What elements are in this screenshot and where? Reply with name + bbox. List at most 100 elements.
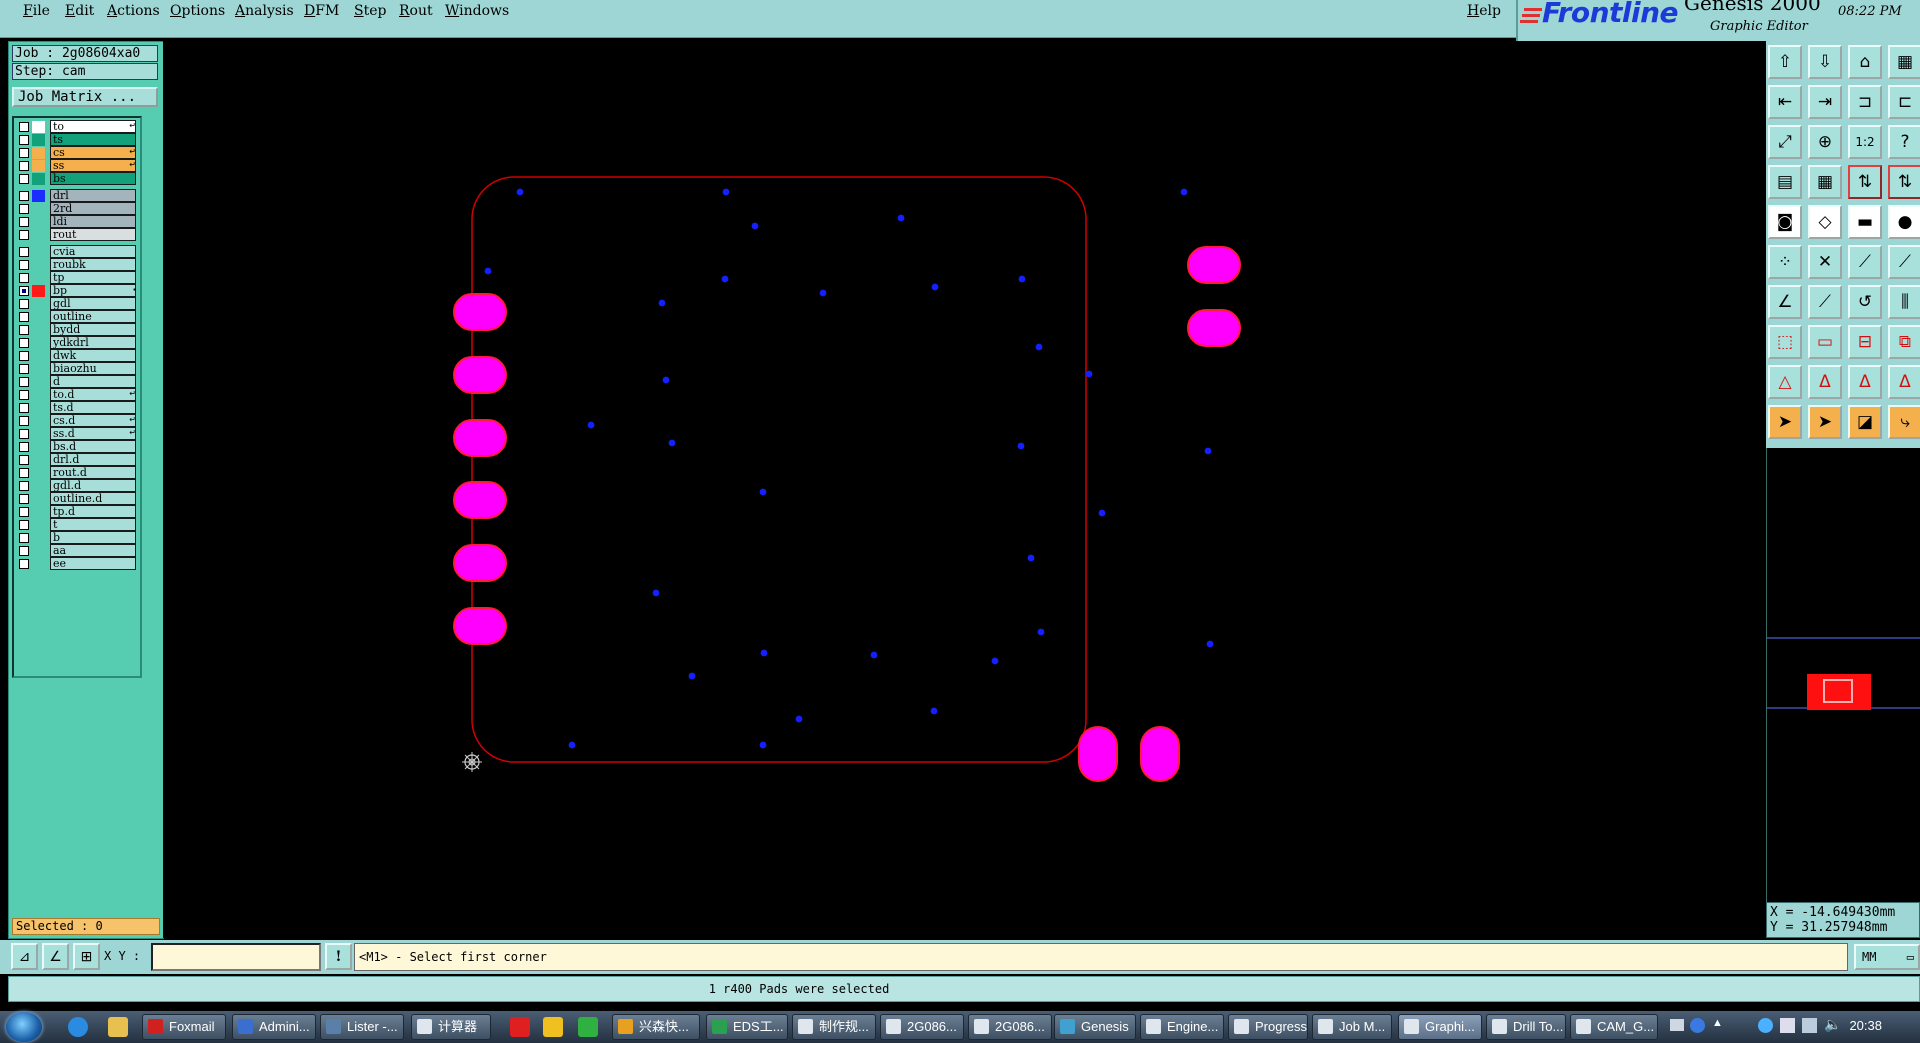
drill-hit[interactable] — [658, 299, 666, 307]
angle-button[interactable]: ∠ — [1768, 285, 1802, 319]
menu-help[interactable]: Help — [1467, 3, 1501, 19]
layer-name[interactable]: 2rd — [50, 202, 136, 215]
keyboard-icon[interactable] — [1670, 1019, 1684, 1031]
security-icon[interactable] — [1758, 1018, 1773, 1033]
layer-checkbox[interactable] — [19, 122, 29, 132]
layer-checkbox[interactable] — [19, 230, 29, 240]
taskbar-item[interactable]: 制作规... — [792, 1014, 876, 1040]
pcb-view[interactable] — [163, 41, 1767, 938]
layer-checkbox[interactable] — [19, 559, 29, 569]
layer-checkbox[interactable] — [19, 455, 29, 465]
drill-hit[interactable] — [1018, 275, 1026, 283]
line-node-button[interactable]: ⟋ — [1848, 245, 1882, 279]
layer-row-roubk[interactable]: roubk — [16, 258, 138, 272]
drill-hit[interactable] — [819, 289, 827, 297]
layer-name[interactable]: rout.d — [50, 466, 136, 479]
drill-hit[interactable] — [795, 715, 803, 723]
drill-hit[interactable] — [722, 188, 730, 196]
layer-name[interactable]: ee — [50, 557, 136, 570]
pad-left[interactable] — [453, 544, 507, 582]
drill-hit[interactable] — [1204, 447, 1212, 455]
layer-row-bs-d[interactable]: bs.d — [16, 440, 138, 454]
layer-display-button[interactable]: ▤ — [1768, 165, 1802, 199]
drill-hit[interactable] — [662, 376, 670, 384]
layer-name[interactable]: ldi — [50, 215, 136, 228]
triangle-a-button[interactable]: Δ — [1808, 365, 1842, 399]
layer-name[interactable]: gdl.d — [50, 479, 136, 492]
clock[interactable]: 20:38 — [1849, 1018, 1882, 1033]
layer-name[interactable]: ts — [50, 133, 136, 146]
route-path-button[interactable]: ⤷ — [1888, 405, 1920, 439]
layer-checkbox[interactable] — [19, 260, 29, 270]
layer-color-swatch[interactable] — [32, 147, 45, 159]
menu-file[interactable]: File — [23, 3, 50, 19]
layer-name[interactable]: tp.d — [50, 505, 136, 518]
layer-row-ss-d[interactable]: ss.d ↵ — [16, 427, 138, 441]
drill-hit[interactable] — [1085, 370, 1093, 378]
triangle-a2-button[interactable]: Δ — [1848, 365, 1882, 399]
shapes-button[interactable]: ⧉ — [1888, 325, 1920, 359]
zoom-all-button[interactable]: ⊕ — [1808, 125, 1842, 159]
taskbar-item[interactable]: Drill To... — [1486, 1014, 1566, 1040]
dimension-button[interactable]: ⊟ — [1848, 325, 1882, 359]
quick-launch-icon-2[interactable] — [543, 1017, 563, 1037]
taskbar-item[interactable]: Job M... — [1312, 1014, 1392, 1040]
taskbar-item[interactable]: Lister -... — [320, 1014, 404, 1040]
open-job-button[interactable]: ⇧ — [1768, 45, 1802, 79]
drill-hit[interactable] — [1027, 554, 1035, 562]
taskbar-item[interactable]: EDS工... — [706, 1014, 788, 1040]
layer-checkbox[interactable] — [19, 416, 29, 426]
layer-name[interactable]: cs.d — [50, 414, 136, 427]
taskbar-item[interactable]: Progress — [1228, 1014, 1308, 1040]
taskbar-item[interactable]: Admini... — [232, 1014, 316, 1040]
layer-row-biaozhu[interactable]: biaozhu — [16, 362, 138, 376]
layer-name[interactable]: gdl — [50, 297, 136, 310]
layer-color-swatch[interactable] — [32, 190, 45, 202]
layer-row-ldi[interactable]: ldi — [16, 215, 138, 229]
layer-color-swatch[interactable] — [32, 285, 45, 297]
pad-left[interactable] — [453, 481, 507, 519]
snap-center-button[interactable]: ⊞ — [73, 943, 100, 970]
layer-row-aa[interactable]: aa — [16, 544, 138, 558]
help-icon[interactable] — [1690, 1018, 1705, 1033]
layer-name[interactable]: outline.d — [50, 492, 136, 505]
layer-row-bs[interactable]: bs — [16, 172, 138, 186]
layer-row-tp-d[interactable]: tp.d — [16, 505, 138, 519]
snap-grid-button[interactable]: ⊿ — [11, 943, 38, 970]
layer-row-drl-d[interactable]: drl.d — [16, 453, 138, 467]
pad-left[interactable] — [453, 419, 507, 457]
layer-name[interactable]: aa — [50, 544, 136, 557]
layer-row-2rd[interactable]: 2rd — [16, 202, 138, 216]
menu-windows[interactable]: Windows — [445, 3, 509, 19]
layer-name[interactable]: cvia — [50, 245, 136, 258]
measure-button[interactable]: ▬ — [1848, 205, 1882, 239]
cross-button[interactable]: ✕ — [1808, 245, 1842, 279]
layer-checkbox[interactable] — [19, 161, 29, 171]
layer-checkbox[interactable] — [19, 364, 29, 374]
taskbar-item[interactable]: Engine... — [1140, 1014, 1224, 1040]
layer-checkbox[interactable] — [19, 533, 29, 543]
units-selector[interactable]: MM ▭ — [1854, 944, 1920, 970]
help-query-button[interactable]: ? — [1888, 125, 1920, 159]
drill-hit[interactable] — [484, 267, 492, 275]
layer-color-swatch[interactable] — [32, 121, 45, 133]
layer-name[interactable]: rout — [50, 228, 136, 241]
layer-color-swatch[interactable] — [32, 173, 45, 185]
layer-checkbox[interactable] — [19, 403, 29, 413]
quick-launch-icon-1[interactable] — [510, 1017, 530, 1037]
explorer-icon[interactable] — [108, 1017, 128, 1037]
layer-row-bp[interactable]: bp ▪ — [16, 284, 138, 298]
layer-name[interactable]: to — [50, 120, 136, 133]
node-button[interactable]: ⟋ — [1888, 245, 1920, 279]
layer-name[interactable]: biaozhu — [50, 362, 136, 375]
tray-expand-icon[interactable]: ▲ — [1712, 1017, 1723, 1029]
layer-name[interactable]: outline — [50, 310, 136, 323]
layer-checkbox[interactable] — [19, 312, 29, 322]
menu-dfm[interactable]: DFM — [304, 3, 339, 19]
taskbar-item[interactable]: 2G086... — [968, 1014, 1052, 1040]
layer-name[interactable]: b — [50, 531, 136, 544]
menu-step[interactable]: Step — [354, 3, 386, 19]
taskbar-item[interactable]: Foxmail — [142, 1014, 226, 1040]
layer-row-drl[interactable]: drl — [16, 189, 138, 203]
layer-name[interactable]: d — [50, 375, 136, 388]
